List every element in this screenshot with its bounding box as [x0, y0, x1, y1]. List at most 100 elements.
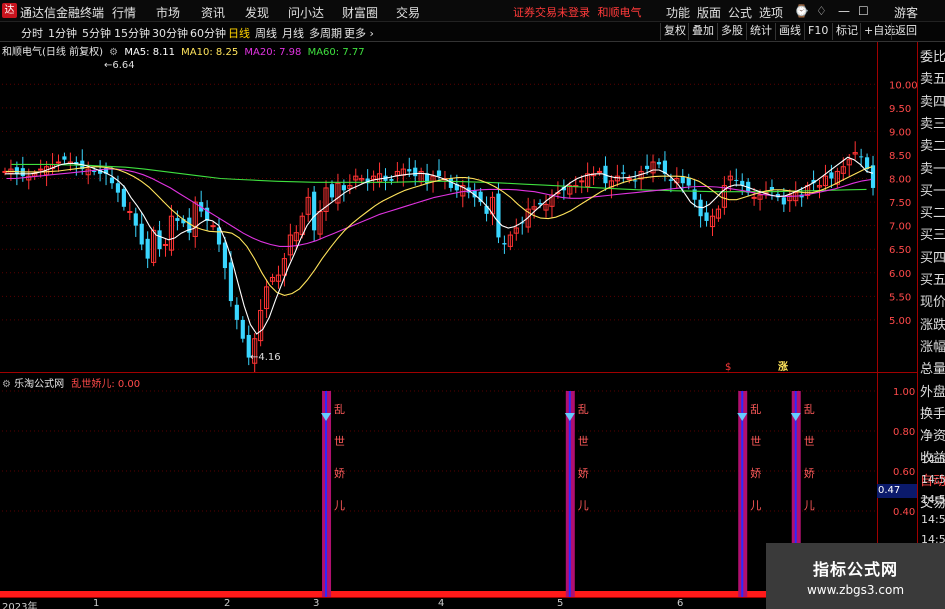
candle-body — [329, 184, 335, 198]
menu-formula[interactable]: 公式 — [728, 4, 752, 21]
login-notice[interactable]: 证券交易未登录 和顺电气 — [513, 4, 642, 20]
candle-body — [145, 238, 150, 259]
candle-body — [210, 225, 216, 228]
period-weekly[interactable]: 周线 — [255, 25, 277, 41]
price-axis-label: 7.00 — [889, 222, 911, 233]
quote-label: 现价 — [920, 295, 945, 311]
candle-body — [62, 156, 67, 160]
price-axis-label: 8.50 — [889, 151, 911, 162]
menu-wealth-circle[interactable]: 财富圈 — [342, 4, 378, 21]
candlestick-chart[interactable]: ←6.64←4.16$ 涨10.009.509.008.508.007.507.0… — [0, 42, 917, 373]
minimize-icon[interactable]: — — [838, 4, 850, 18]
overlay-button[interactable]: 叠加 — [688, 23, 717, 40]
signal-char: 乱 — [578, 403, 589, 416]
shirt-icon[interactable]: ♢ — [816, 4, 827, 18]
login-notice-text: 证券交易未登录 — [513, 6, 590, 19]
period-toolbar: 分时 1分钟 5分钟 15分钟 30分钟 60分钟 日线 周线 月线 多周期 更… — [0, 22, 945, 42]
signal-char: 世 — [804, 435, 815, 448]
menu-trade[interactable]: 交易 — [396, 4, 420, 21]
candle-body — [109, 177, 115, 184]
menu-ask[interactable]: 问小达 — [288, 4, 324, 21]
menu-function[interactable]: 功能 — [666, 4, 690, 21]
period-1min[interactable]: 1分钟 — [48, 25, 77, 41]
period-60min[interactable]: 60分钟 — [190, 25, 226, 41]
candle-body — [596, 170, 603, 173]
quote-label: 买五 — [920, 273, 945, 288]
candle-body — [222, 242, 228, 269]
tick-time: 14:56 — [921, 493, 945, 506]
user-guest[interactable]: 游客 — [894, 4, 918, 21]
candle-body — [668, 179, 673, 181]
price-axis-label: 8.00 — [889, 175, 911, 186]
candle-body — [162, 243, 169, 246]
menu-news[interactable]: 资讯 — [201, 4, 225, 21]
candle-body — [157, 230, 162, 250]
signal-char: 儿 — [750, 499, 761, 512]
menu-bar: 达 通达信金融终端 行情 市场 资讯 发现 问小达 财富圈 交易 证券交易未登录… — [0, 0, 945, 22]
tick-time: 14:56 — [921, 473, 945, 486]
candle-body — [859, 156, 864, 158]
candle-body — [55, 161, 62, 164]
quote-label: 卖一 — [920, 161, 945, 177]
price-axis-label: 9.50 — [889, 104, 911, 115]
quote-label: 卖四 — [920, 94, 945, 110]
draw-line-button[interactable]: 画线 — [775, 23, 804, 40]
maximize-icon[interactable]: ☐ — [858, 4, 869, 18]
period-more-label: 更多 — [344, 27, 366, 40]
signal-char: 儿 — [334, 499, 345, 512]
date-label: 4 — [438, 598, 445, 609]
period-5min[interactable]: 5分钟 — [82, 25, 111, 41]
period-multi[interactable]: 多周期 — [309, 25, 342, 41]
price-axis-label: 9.00 — [889, 127, 911, 138]
menu-layout[interactable]: 版面 — [697, 4, 721, 21]
signal-char: 娇 — [750, 467, 761, 480]
period-30min[interactable]: 30分钟 — [152, 25, 188, 41]
statistics-button[interactable]: 统计 — [746, 23, 775, 40]
menu-quotes[interactable]: 行情 — [112, 4, 136, 21]
menu-market[interactable]: 市场 — [156, 4, 180, 21]
multi-stock-button[interactable]: 多股 — [717, 23, 746, 40]
candle-body — [751, 196, 757, 199]
price-axis-label: 10.00 — [889, 80, 917, 91]
quote-label: 卖二 — [920, 139, 945, 155]
candle-body — [496, 193, 501, 238]
watermark: 指标公式网 www.zbgs3.com — [766, 543, 945, 609]
candle-body — [312, 191, 317, 231]
mark-button[interactable]: 标记 — [832, 23, 861, 40]
candle-body — [436, 170, 442, 177]
headset-icon[interactable]: ⌚ — [794, 4, 809, 18]
period-more[interactable]: 更多 › — [344, 25, 374, 41]
quote-label: 卖三 — [920, 116, 945, 132]
current-stock-name: 和顺电气 — [597, 6, 642, 19]
signal-char: 乱 — [334, 403, 345, 416]
low-price-label: ←4.16 — [250, 352, 281, 363]
back-button[interactable]: 返回 — [891, 23, 920, 40]
candle-body — [121, 188, 126, 207]
period-monthly[interactable]: 月线 — [282, 25, 304, 41]
candle-body — [645, 165, 650, 170]
quote-label: 卖五 — [920, 72, 945, 88]
f10-button[interactable]: F10 — [804, 23, 831, 40]
signal-char: 娇 — [804, 467, 815, 480]
indicator-axis-label: 0.40 — [893, 507, 915, 518]
candle-body — [734, 179, 739, 181]
period-daily[interactable]: 日线 — [228, 25, 250, 41]
period-15min[interactable]: 15分钟 — [114, 25, 150, 41]
quote-label: 总量 — [920, 362, 945, 378]
candle-body — [38, 168, 44, 171]
menu-options[interactable]: 选项 — [759, 4, 783, 21]
candle-body — [413, 167, 418, 177]
menu-discover[interactable]: 发现 — [245, 4, 269, 21]
candle-body — [407, 169, 412, 172]
signal-char: 世 — [750, 435, 761, 448]
adjust-button[interactable]: 复权 — [660, 23, 689, 40]
high-price-label: ←6.64 — [104, 60, 135, 71]
indicator-cursor-value: 0.47 — [877, 484, 917, 498]
candle-body — [228, 262, 233, 302]
candle-body — [656, 162, 662, 165]
candle-body — [115, 183, 121, 193]
quote-label: 涨幅 — [920, 339, 945, 355]
period-intraday[interactable]: 分时 — [21, 25, 43, 41]
candle-body — [175, 218, 180, 221]
quote-label: 买四 — [920, 250, 945, 266]
